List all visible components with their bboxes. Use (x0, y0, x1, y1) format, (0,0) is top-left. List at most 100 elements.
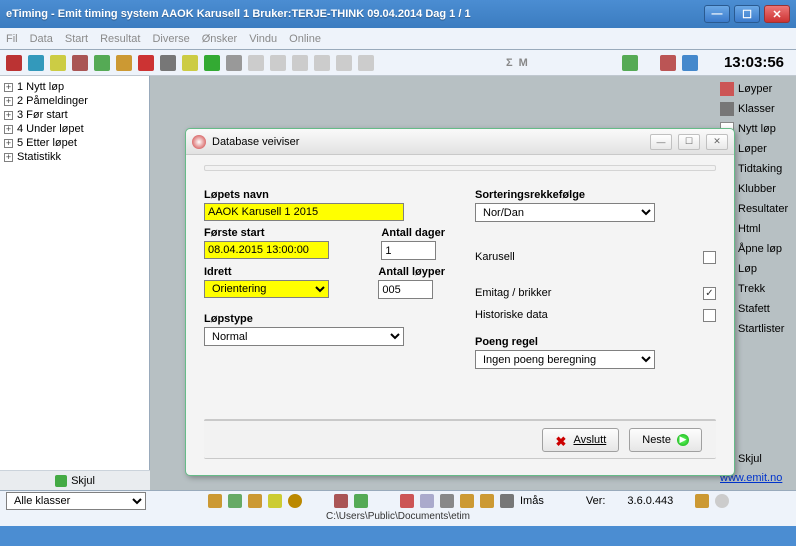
toolbar-icon-8[interactable] (160, 55, 176, 71)
menu-online[interactable]: Online (289, 33, 321, 45)
toolbar-icon-12[interactable] (248, 55, 264, 71)
maximize-button[interactable]: ☐ (734, 5, 760, 23)
tree-node-4[interactable]: +4 Under løpet (2, 122, 147, 136)
status-icon-13[interactable] (500, 494, 514, 508)
rp-loyper[interactable]: Løyper (720, 82, 772, 96)
expand-icon[interactable]: + (4, 111, 13, 120)
toolbar-icon-5[interactable] (94, 55, 110, 71)
avslutt-button[interactable]: ✖ Avslutt (542, 428, 619, 452)
toolbar-icon-1[interactable] (6, 55, 22, 71)
arrow-right-icon: ▶ (677, 434, 689, 446)
menu-resultat[interactable]: Resultat (100, 33, 140, 45)
minimize-button[interactable]: — (704, 5, 730, 23)
menu-data[interactable]: Data (30, 33, 53, 45)
menu-onsker[interactable]: Ønsker (202, 33, 237, 45)
toolbar-icon-r1[interactable] (622, 55, 638, 71)
tree-node-1[interactable]: +1 Nytt løp (2, 80, 147, 94)
menu-vindu[interactable]: Vindu (249, 33, 277, 45)
expand-icon[interactable]: + (4, 97, 13, 106)
tree-node-2[interactable]: +2 Påmeldinger (2, 94, 147, 108)
expand-icon[interactable]: + (4, 153, 13, 162)
label-first-start: Første start (204, 227, 371, 239)
toolbar-icon-2[interactable] (28, 55, 44, 71)
window-title: eTiming - Emit timing system AAOK Karuse… (6, 8, 704, 20)
dialog-maximize-button[interactable]: ☐ (678, 134, 700, 150)
input-race-name[interactable] (204, 203, 404, 221)
checkbox-emitag[interactable]: ✓ (703, 287, 716, 300)
dialog-titlebar: Database veiviser — ☐ ✕ (186, 129, 734, 155)
menubar: Fil Data Start Resultat Diverse Ønsker V… (0, 28, 796, 50)
status-icon-5[interactable] (288, 494, 302, 508)
sigma-icon[interactable]: Σ (506, 57, 513, 69)
checkbox-historiske[interactable] (703, 309, 716, 322)
status-icon-1[interactable] (208, 494, 222, 508)
status-icon-12[interactable] (480, 494, 494, 508)
close-icon: ✖ (555, 434, 567, 446)
status-icon-8[interactable] (400, 494, 414, 508)
checkbox-karusell[interactable] (703, 251, 716, 264)
toolbar-icon-13[interactable] (270, 55, 286, 71)
dialog-body: Løpets navn Første start Antall dager (186, 155, 734, 475)
m-icon[interactable]: M (519, 57, 528, 69)
label-historiske: Historiske data (475, 309, 548, 321)
toolbar-icon-10[interactable] (204, 55, 220, 71)
input-first-start[interactable] (204, 241, 329, 259)
toolbar-icon-7[interactable] (138, 55, 154, 71)
toolbar-icon-6[interactable] (116, 55, 132, 71)
tree-node-5[interactable]: +5 Etter løpet (2, 136, 147, 150)
status-icon-7[interactable] (354, 494, 368, 508)
label-emitag: Emitag / brikker (475, 287, 551, 299)
select-poeng[interactable]: Ingen poeng beregning (475, 350, 655, 369)
tree-node-3[interactable]: +3 Før start (2, 108, 147, 122)
toolbar-icon-14[interactable] (292, 55, 308, 71)
status-icon-4[interactable] (268, 494, 282, 508)
expand-icon[interactable]: + (4, 139, 13, 148)
status-icon-3[interactable] (248, 494, 262, 508)
status-icon-11[interactable] (460, 494, 474, 508)
toolbar-icon-15[interactable] (314, 55, 330, 71)
label-race-name: Løpets navn (204, 189, 445, 201)
ver-value: 3.6.0.443 (627, 495, 673, 507)
select-race-type[interactable]: Normal (204, 327, 404, 346)
toolbar-icon-4[interactable] (72, 55, 88, 71)
toolbar-icon-r3[interactable] (682, 55, 698, 71)
dialog-close-button[interactable]: ✕ (706, 134, 728, 150)
close-button[interactable]: ✕ (764, 5, 790, 23)
label-sport: Idrett (204, 266, 368, 278)
select-sport[interactable]: Orientering (204, 280, 329, 298)
label-sort-order: Sorteringsrekkefølge (475, 189, 716, 201)
expand-icon[interactable]: + (4, 125, 13, 134)
tree-node-6[interactable]: +Statistikk (2, 150, 147, 164)
book-icon (55, 475, 67, 487)
toolbar-icon-11[interactable] (226, 55, 242, 71)
class-filter-select[interactable]: Alle klasser (6, 492, 146, 510)
status-icon-10[interactable] (440, 494, 454, 508)
status-icon-15[interactable] (715, 494, 729, 508)
menu-diverse[interactable]: Diverse (152, 33, 189, 45)
status-icon-2[interactable] (228, 494, 242, 508)
dialog-footer: ✖ Avslutt Neste ▶ (204, 419, 716, 459)
dialog-progress-bar (204, 165, 716, 171)
status-icon-9[interactable] (420, 494, 434, 508)
menu-fil[interactable]: Fil (6, 33, 18, 45)
clock: 13:03:56 (724, 54, 784, 71)
input-courses[interactable] (378, 280, 433, 299)
toolbar-icon-3[interactable] (50, 55, 66, 71)
status-icon-6[interactable] (334, 494, 348, 508)
menu-start[interactable]: Start (65, 33, 88, 45)
input-days[interactable] (381, 241, 436, 260)
select-sort-order[interactable]: Nor/Dan (475, 203, 655, 222)
toolbar-icon-r2[interactable] (660, 55, 676, 71)
tree-hide-button[interactable]: Skjul (0, 470, 150, 490)
expand-icon[interactable]: + (4, 83, 13, 92)
ver-label: Ver: (586, 495, 606, 507)
dialog-minimize-button[interactable]: — (650, 134, 672, 150)
toolbar-icon-16[interactable] (336, 55, 352, 71)
rp-klasser[interactable]: Klasser (720, 102, 775, 116)
toolbar-icon-9[interactable] (182, 55, 198, 71)
toolbar-icon-17[interactable] (358, 55, 374, 71)
status-icon-14[interactable] (695, 494, 709, 508)
dialog-left-col: Løpets navn Første start Antall dager (204, 183, 445, 369)
neste-button[interactable]: Neste ▶ (629, 428, 702, 452)
window-buttons: — ☐ ✕ (704, 5, 790, 23)
